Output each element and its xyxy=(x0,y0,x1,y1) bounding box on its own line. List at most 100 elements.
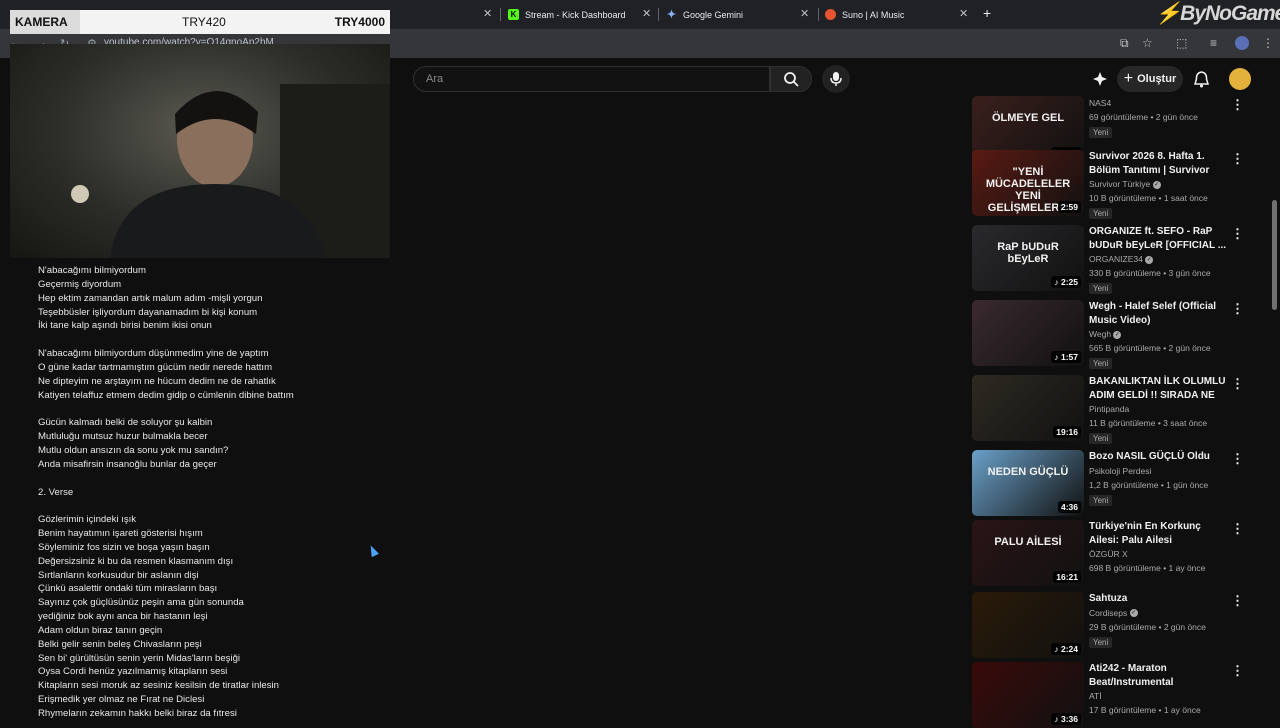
recommendation-card[interactable]: ♪ 1:57 Wegh - Halef Selef (Official Music… xyxy=(972,300,1262,369)
more-options-icon[interactable]: ⋮ xyxy=(1231,227,1244,240)
tab-youtube[interactable]: e ✕ xyxy=(385,4,495,25)
close-icon[interactable]: ✕ xyxy=(483,7,492,20)
search-button[interactable] xyxy=(770,66,812,92)
more-options-icon[interactable]: ⋮ xyxy=(1231,594,1244,607)
overlay-value-1: TRY420 xyxy=(182,15,226,29)
overlay-label: KAMERA xyxy=(10,10,80,34)
video-title[interactable]: ORGANIZE ft. SEFO - RaP bUDuR bEyLeR [OF… xyxy=(1089,225,1229,252)
extensions-icon[interactable]: ⬚ xyxy=(1176,36,1187,50)
video-title[interactable]: Wegh - Halef Selef (Official Music Video… xyxy=(1089,300,1229,327)
video-thumbnail[interactable]: ♪ 2:24 xyxy=(972,592,1084,658)
verified-icon: ✓ xyxy=(1129,609,1138,618)
tab-label: Suno | AI Music xyxy=(842,9,905,20)
recommendation-card[interactable]: 19:16 BAKANLIKTAN İLK OLUMLU ADIM GELDİ !… xyxy=(972,375,1262,444)
channel-line: NAS4 xyxy=(1089,96,1229,110)
lyric-line: 2. Verse xyxy=(38,486,74,498)
view-count: 11 B görüntüleme xyxy=(1089,418,1156,428)
video-thumbnail[interactable]: RaP bUDuR bEyLeR ♪ 2:25 xyxy=(972,225,1084,291)
lyric-line: Çünkü asalettir ondaki tüm mirasların ba… xyxy=(38,583,218,595)
channel-name[interactable]: NAS4 xyxy=(1089,98,1111,108)
channel-line: ATİ xyxy=(1089,689,1229,703)
new-tab-icon[interactable]: + xyxy=(983,5,991,21)
lyric-line: Ne dipteyim ne arştayım ne hücum dedim n… xyxy=(38,375,276,387)
duration-text: 2:25 xyxy=(1060,277,1078,287)
lyric-line: Sırtlanların korkusudur bir aslanın dişi xyxy=(38,569,199,581)
recommendation-card[interactable]: PALU AİLESİ 16:21 Türkiye'nin En Korkunç A… xyxy=(972,520,1262,586)
recommendation-card[interactable]: ♪ 2:24 Sahtuza Cordiseps ✓ 29 B görüntüleme… xyxy=(972,592,1262,658)
more-options-icon[interactable]: ⋮ xyxy=(1231,522,1244,535)
lyric-blank-line xyxy=(38,333,438,347)
tab-label: Stream - Kick Dashboard xyxy=(525,9,626,20)
tab-suno[interactable]: Suno | AI Music ✕ xyxy=(825,4,975,25)
more-options-icon[interactable]: ⋮ xyxy=(1231,98,1244,111)
profile-avatar[interactable] xyxy=(1235,36,1249,50)
channel-name[interactable]: Pintipanda xyxy=(1089,404,1129,414)
bookmark-star-icon[interactable]: ☆ xyxy=(1142,36,1153,50)
recommendation-card[interactable]: "YENİ MÜCADELELER YENİ GELİŞMELER!" 2:59 S… xyxy=(972,150,1262,219)
cast-icon[interactable]: ⧉ xyxy=(1120,36,1129,51)
video-title[interactable]: Türkiye'nin En Korkunç Ailesi: Palu Aile… xyxy=(1089,520,1229,547)
menu-icon[interactable]: ⋮ xyxy=(1262,36,1274,50)
video-thumbnail[interactable]: PALU AİLESİ 16:21 xyxy=(972,520,1084,586)
channel-name[interactable]: ATİ xyxy=(1089,691,1102,701)
video-title[interactable]: Survivor 2026 8. Hafta 1. Bölüm Tanıtımı… xyxy=(1089,150,1229,177)
search-input[interactable] xyxy=(424,72,728,86)
view-count: 17 B görüntüleme xyxy=(1089,705,1157,715)
video-thumbnail[interactable]: 19:16 xyxy=(972,375,1084,441)
voice-search-button[interactable] xyxy=(822,65,850,93)
video-info: Survivor 2026 8. Hafta 1. Bölüm Tanıtımı… xyxy=(1089,150,1229,219)
duration-badge: 16:21 xyxy=(1053,571,1081,583)
close-icon[interactable]: ✕ xyxy=(642,7,651,20)
more-options-icon[interactable]: ⋮ xyxy=(1231,664,1244,677)
channel-name[interactable]: Wegh xyxy=(1089,329,1111,339)
recommendation-card[interactable]: ♪ 3:36 Ati242 - Maraton Beat/Instrumental… xyxy=(972,662,1262,728)
video-title[interactable]: Sahtuza xyxy=(1089,592,1229,606)
more-options-icon[interactable]: ⋮ xyxy=(1231,377,1244,390)
channel-line: ORGANIZE34 ✓ xyxy=(1089,252,1229,266)
close-icon[interactable]: ✕ xyxy=(959,7,968,20)
video-title[interactable]: Bozo NASIL GÜÇLÜ Oldu xyxy=(1089,450,1229,464)
notifications-button[interactable] xyxy=(1192,70,1210,88)
recommendation-card[interactable]: RaP bUDuR bEyLeR ♪ 2:25 ORGANIZE ft. SEFO … xyxy=(972,225,1262,294)
lyric-line: Mutlu oldun ansızın da sonu yok mu sandı… xyxy=(38,444,229,456)
video-title[interactable]: BAKANLIKTAN İLK OLUMLU ADIM GELDİ !! SIR… xyxy=(1089,375,1229,402)
microphone-icon xyxy=(830,72,842,86)
video-thumbnail[interactable]: NEDEN GÜÇLÜ 4:36 xyxy=(972,450,1084,516)
video-thumbnail[interactable]: ♪ 1:57 xyxy=(972,300,1084,366)
kick-icon: K xyxy=(508,9,519,20)
channel-name[interactable]: Cordiseps xyxy=(1089,608,1127,618)
view-stats: 330 B görüntüleme • 3 gün önce xyxy=(1089,268,1211,278)
tab-google-gemini[interactable]: ✦ Google Gemini ✕ xyxy=(666,4,816,25)
account-avatar[interactable] xyxy=(1229,68,1251,90)
lyric-line: Sayınız çok güçlüsünüz peşin ama gün son… xyxy=(38,597,244,609)
search-box[interactable] xyxy=(413,66,770,92)
verified-icon: ✓ xyxy=(1145,255,1154,264)
video-thumbnail[interactable]: ♪ 3:36 xyxy=(972,662,1084,728)
video-title[interactable]: Ati242 - Maraton Beat/Instrumental xyxy=(1089,662,1229,689)
lyric-line: Geçermiş diyordum xyxy=(38,278,122,290)
overlay-value-2: TRY4000 xyxy=(334,15,385,29)
tab-kick-dashboard[interactable]: K Stream - Kick Dashboard ✕ xyxy=(508,4,658,25)
video-thumbnail[interactable]: "YENİ MÜCADELELER YENİ GELİŞMELER!" 2:59 xyxy=(972,150,1084,216)
recommendation-card[interactable]: NEDEN GÜÇLÜ 4:36 Bozo NASIL GÜÇLÜ Oldu Psik… xyxy=(972,450,1262,516)
create-button[interactable]: + Oluştur xyxy=(1117,66,1183,92)
lyric-line: Benim hayatımın işareti gösterisi hışım xyxy=(38,528,203,540)
upload-age: 1 gün önce xyxy=(1166,479,1209,490)
channel-name[interactable]: Survivor Türkiye xyxy=(1089,179,1150,189)
close-icon[interactable]: ✕ xyxy=(800,7,809,20)
channel-name[interactable]: Psikoloji Perdesi xyxy=(1089,466,1151,476)
music-note-icon: ♪ xyxy=(1054,277,1061,287)
create-label: Oluştur xyxy=(1137,73,1177,85)
channel-name[interactable]: ORGANIZE34 xyxy=(1089,254,1143,264)
lyric-line: İki tane kalp aşındı birisi benim ikisi … xyxy=(38,320,212,332)
scrollbar-thumb[interactable] xyxy=(1272,200,1277,310)
channel-name[interactable]: ÖZGÜR X xyxy=(1089,549,1128,559)
ai-sparkle-button[interactable] xyxy=(1091,70,1109,88)
tab-search-icon[interactable]: ≡ xyxy=(1210,36,1217,50)
more-options-icon[interactable]: ⋮ xyxy=(1231,452,1244,465)
more-options-icon[interactable]: ⋮ xyxy=(1231,152,1244,165)
scrollbar[interactable] xyxy=(1268,58,1280,720)
more-options-icon[interactable]: ⋮ xyxy=(1231,302,1244,315)
lyric-line: N'abacağımı bilmiyordum düşünmedim yine … xyxy=(38,348,269,360)
verified-icon: ✓ xyxy=(1152,180,1161,189)
